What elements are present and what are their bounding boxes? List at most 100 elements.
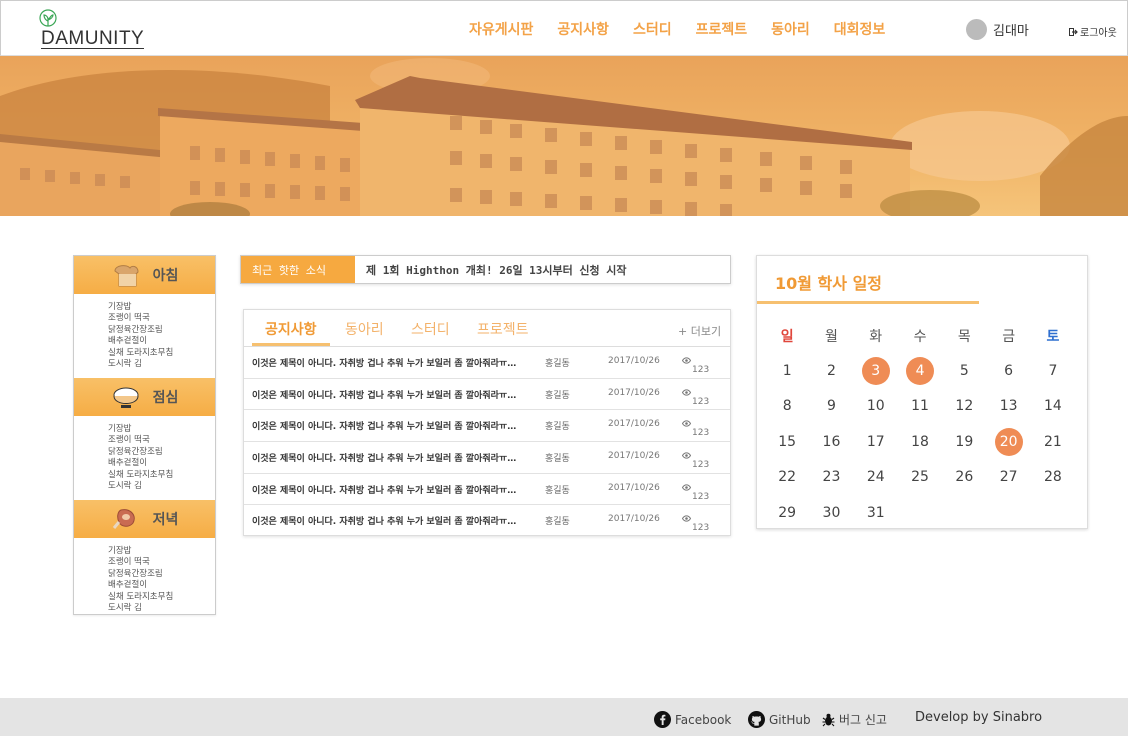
- day-number: 13: [999, 398, 1018, 415]
- nav-notice[interactable]: 공지사항: [557, 19, 609, 39]
- day-number: 11: [911, 398, 929, 415]
- meal-item: 실채 도라지초무침: [108, 591, 174, 602]
- meal-item: 도시락 김: [108, 481, 142, 492]
- nav-contest[interactable]: 대회정보: [834, 19, 886, 39]
- meal-header-lunch: 점심: [74, 378, 215, 416]
- calendar-day-event[interactable]: 20: [986, 427, 1030, 456]
- calendar-day[interactable]: 25: [898, 469, 942, 485]
- tab-club[interactable]: 동아리: [345, 319, 384, 339]
- calendar-day[interactable]: 6: [986, 363, 1030, 379]
- more-link[interactable]: + 더보기: [678, 323, 721, 339]
- day-number: 30: [822, 504, 841, 521]
- meal-item: 조랭이 떡국: [108, 313, 150, 324]
- board-row[interactable]: 이것은 제목이 아니다. 자취방 겁나 추워 누가 보일러 좀 깔아줘라ㅠㅠㅠ 홍…: [244, 442, 730, 474]
- post-title[interactable]: 이것은 제목이 아니다. 자취방 겁나 추워 누가 보일러 좀 깔아줘라ㅠㅠㅠ: [252, 514, 520, 527]
- calendar-day[interactable]: 19: [942, 434, 986, 450]
- main-nav: 자유게시판 공지사항 스터디 프로젝트 동아리 대회정보: [469, 19, 909, 39]
- post-views: 123: [681, 514, 709, 533]
- calendar-week-row: 1 2 34 5 6 7: [765, 353, 1083, 388]
- bug-report-link[interactable]: 버그 신고: [822, 711, 887, 728]
- user-menu[interactable]: 김대마: [966, 19, 1029, 40]
- calendar-day[interactable]: 17: [854, 434, 898, 450]
- post-title[interactable]: 이것은 제목이 아니다. 자취방 겁나 추워 누가 보일러 좀 깔아줘라ㅠㅠㅠ: [252, 388, 520, 401]
- post-author: 홍길동: [545, 359, 570, 369]
- weekday-label: 목: [957, 328, 971, 345]
- calendar-day[interactable]: 12: [942, 398, 986, 414]
- calendar-day[interactable]: 23: [809, 469, 853, 485]
- meal-list-breakfast: 기장밥 조랭이 떡국 닭정육간장조림 배추겉절이 실채 도라지초무침 도시락 김: [74, 294, 215, 378]
- meal-title-breakfast: 아침: [152, 268, 179, 284]
- day-number: 4: [906, 357, 935, 386]
- calendar-day[interactable]: 21: [1031, 434, 1075, 450]
- post-view-count: 123: [692, 428, 710, 439]
- facebook-link[interactable]: Facebook: [654, 711, 731, 728]
- logo[interactable]: DAMUNITY: [39, 9, 149, 49]
- calendar-day[interactable]: 24: [854, 469, 898, 485]
- meal-header-dinner: 저녁: [74, 500, 215, 538]
- ticker-text[interactable]: 제 1회 Highthon 개최! 26일 13시부터 신청 시작: [355, 262, 627, 278]
- nav-free-board[interactable]: 자유게시판: [469, 19, 533, 39]
- day-number: 2: [826, 363, 836, 380]
- nav-study[interactable]: 스터디: [633, 19, 672, 39]
- calendar-day[interactable]: 14: [1031, 398, 1075, 414]
- hot-news-ticker[interactable]: 최근 핫한 소식 제 1회 Highthon 개최! 26일 13시부터 신청 …: [240, 255, 731, 284]
- meal-item: 조랭이 떡국: [108, 435, 150, 446]
- tab-notice[interactable]: 공지사항: [265, 319, 317, 339]
- board-row[interactable]: 이것은 제목이 아니다. 자취방 겁나 추워 누가 보일러 좀 깔아줘라ㅠㅠㅠ 홍…: [244, 347, 730, 379]
- calendar-day[interactable]: 11: [898, 398, 942, 414]
- tab-project[interactable]: 프로젝트: [477, 319, 529, 339]
- post-title[interactable]: 이것은 제목이 아니다. 자취방 겁나 추워 누가 보일러 좀 깔아줘라ㅠㅠㅠ: [252, 356, 520, 369]
- calendar-day[interactable]: 7: [1031, 363, 1075, 379]
- calendar-day[interactable]: 1: [765, 363, 809, 379]
- calendar-day[interactable]: 2: [809, 363, 853, 379]
- day-number: 15: [778, 433, 797, 450]
- footer: Facebook GitHub 버그 신고 Develop by Sinabro: [0, 698, 1128, 736]
- calendar-day[interactable]: 13: [986, 398, 1030, 414]
- weekday-label: 금: [1002, 328, 1016, 345]
- avatar: [966, 19, 987, 40]
- calendar-day[interactable]: 28: [1031, 469, 1075, 485]
- meal-item: 실채 도라지초무침: [108, 347, 174, 358]
- calendar-day[interactable]: 10: [854, 398, 898, 414]
- tab-study[interactable]: 스터디: [411, 319, 450, 339]
- board-row[interactable]: 이것은 제목이 아니다. 자취방 겁나 추워 누가 보일러 좀 깔아줘라ㅠㅠㅠ 홍…: [244, 474, 730, 506]
- calendar-day[interactable]: 30: [809, 505, 853, 521]
- meal-list-lunch: 기장밥 조랭이 떡국 닭정육간장조림 배추겉절이 실채 도라지초무침 도시락 김: [74, 416, 215, 500]
- rice-bowl-icon: [113, 387, 139, 408]
- calendar-day[interactable]: 27: [986, 469, 1030, 485]
- calendar-day[interactable]: 31: [854, 505, 898, 521]
- day-number: 21: [1044, 433, 1062, 450]
- calendar-week-row: 29 30 31: [765, 495, 1083, 530]
- calendar-day[interactable]: 18: [898, 434, 942, 450]
- meal-item: 배추겉절이: [108, 458, 148, 469]
- post-title[interactable]: 이것은 제목이 아니다. 자취방 겁나 추워 누가 보일러 좀 깔아줘라ㅠㅠㅠ: [252, 451, 520, 464]
- calendar-day[interactable]: 15: [765, 434, 809, 450]
- calendar-day[interactable]: 8: [765, 398, 809, 414]
- calendar-title: 10월 학사 일정: [775, 274, 883, 293]
- calendar-day[interactable]: 22: [765, 469, 809, 485]
- calendar-day[interactable]: 29: [765, 505, 809, 521]
- calendar-day[interactable]: 9: [809, 398, 853, 414]
- nav-club[interactable]: 동아리: [771, 19, 810, 39]
- github-link[interactable]: GitHub: [748, 711, 811, 728]
- calendar-day[interactable]: 16: [809, 434, 853, 450]
- calendar-day-event[interactable]: 3: [854, 357, 898, 386]
- post-title[interactable]: 이것은 제목이 아니다. 자취방 겁나 추워 누가 보일러 좀 깔아줘라ㅠㅠㅠ: [252, 419, 520, 432]
- day-number: 28: [1044, 469, 1062, 486]
- calendar-day-event[interactable]: 4: [898, 357, 942, 386]
- post-view-count: 123: [692, 460, 710, 471]
- meal-item: 도시락 김: [108, 359, 142, 370]
- developer-credit: Develop by Sinabro: [915, 710, 1043, 725]
- board-row[interactable]: 이것은 제목이 아니다. 자취방 겁나 추워 누가 보일러 좀 깔아줘라ㅠㅠㅠ 홍…: [244, 410, 730, 443]
- meal-item: 도시락 김: [108, 603, 142, 614]
- calendar-day[interactable]: 26: [942, 469, 986, 485]
- board-row[interactable]: 이것은 제목이 아니다. 자취방 겁나 추워 누가 보일러 좀 깔아줘라ㅠㅠㅠ 홍…: [244, 379, 730, 411]
- day-number: 1: [782, 363, 792, 380]
- post-author: 홍길동: [545, 485, 570, 496]
- bread-icon: [114, 265, 139, 287]
- nav-project[interactable]: 프로젝트: [696, 19, 748, 39]
- board-row[interactable]: 이것은 제목이 아니다. 자취방 겁나 추워 누가 보일러 좀 깔아줘라ㅠㅠㅠ 홍…: [244, 505, 730, 537]
- post-title[interactable]: 이것은 제목이 아니다. 자취방 겁나 추워 누가 보일러 좀 깔아줘라ㅠㅠㅠ: [252, 483, 520, 496]
- logout-button[interactable]: 로그아웃: [1069, 24, 1117, 39]
- calendar-day[interactable]: 5: [942, 363, 986, 379]
